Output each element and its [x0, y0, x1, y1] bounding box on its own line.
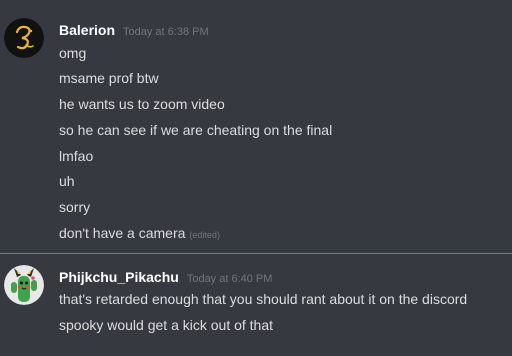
message-line: sorry — [59, 199, 91, 215]
message-line: uh — [59, 173, 75, 189]
timestamp[interactable]: Today at 6:38 PM — [123, 26, 209, 38]
message-line: msame prof btw — [59, 70, 159, 86]
new-messages-divider — [0, 253, 512, 254]
username[interactable]: Phijkchu_Pikachu — [59, 269, 179, 285]
message-line: so he can see if we are cheating on the … — [59, 122, 333, 138]
username[interactable]: Balerion — [59, 22, 115, 38]
chat-messages: Balerion Today at 6:38 PM omg msame prof… — [0, 0, 512, 356]
message-line: spooky would get a kick out of that — [59, 317, 274, 333]
message-line-edited: don't have a camera (edited) — [59, 225, 220, 241]
message-line: he wants us to zoom video — [59, 96, 225, 112]
message-line: omg — [59, 45, 87, 61]
avatar[interactable] — [4, 18, 44, 58]
message-text: don't have a camera — [59, 225, 186, 241]
timestamp[interactable]: Today at 6:40 PM — [187, 273, 273, 285]
pikachu-cactus-avatar-icon — [4, 265, 44, 305]
message-line: that's retarded enough that you should r… — [59, 291, 468, 307]
balerion-avatar-icon — [4, 18, 44, 58]
edited-label: (edited) — [189, 230, 220, 240]
message-line: lmfao — [59, 148, 94, 164]
avatar[interactable] — [4, 265, 44, 305]
